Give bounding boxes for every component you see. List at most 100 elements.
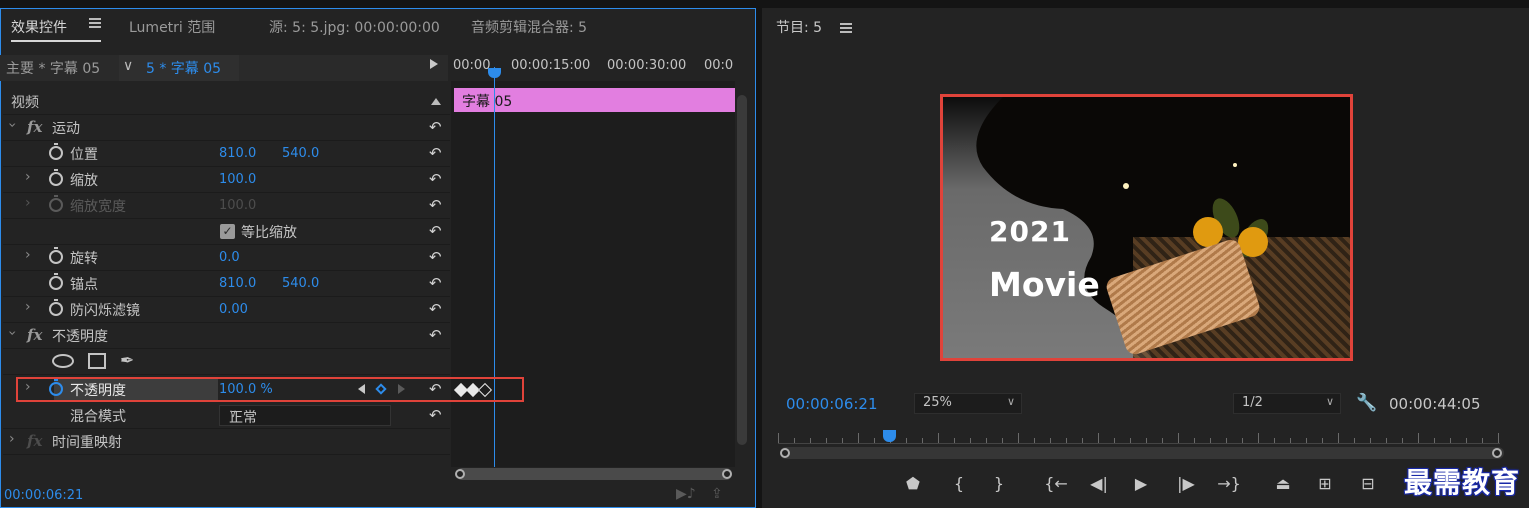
timeline-zoom-scrollbar[interactable]: [455, 468, 732, 480]
rectangle-mask-icon[interactable]: [88, 353, 106, 369]
reset-icon[interactable]: ↶: [429, 248, 442, 266]
uniform-scale-checkbox[interactable]: ✓: [220, 224, 235, 239]
ruler-tick: [1418, 433, 1419, 443]
show-timeline-icon[interactable]: [430, 59, 438, 69]
expand-icon[interactable]: ›: [4, 122, 20, 128]
master-clip-label[interactable]: 主要 * 字幕 05: [6, 58, 100, 78]
anchor-x-value[interactable]: 810.0: [219, 276, 256, 291]
program-video-frame[interactable]: 2021 Movie: [940, 94, 1353, 361]
time-remap-row[interactable]: › fx 时间重映射: [3, 429, 450, 455]
stopwatch-icon[interactable]: [49, 247, 63, 264]
filter-audio-icon[interactable]: ▶♪: [676, 486, 696, 502]
blend-mode-dropdown[interactable]: 正常 ∨: [219, 405, 391, 426]
go-to-out-button[interactable]: →}: [1217, 474, 1241, 493]
effect-motion-row[interactable]: › fx 运动 ↶: [3, 115, 450, 141]
reset-icon[interactable]: ↶: [429, 300, 442, 318]
chevron-down-icon: ∨: [1325, 395, 1334, 408]
tab-effect-controls[interactable]: 效果控件: [11, 17, 67, 37]
expand-icon[interactable]: ›: [25, 247, 31, 263]
reset-icon[interactable]: ↶: [429, 406, 442, 424]
scroll-handle-right[interactable]: [722, 469, 732, 479]
go-to-in-button[interactable]: {←: [1044, 474, 1068, 493]
rotation-value[interactable]: 0.0: [219, 250, 240, 265]
zoom-select[interactable]: 25% ∨: [914, 393, 1022, 414]
expand-icon[interactable]: ›: [25, 169, 31, 185]
ruler-tick: [1434, 438, 1435, 443]
scroll-handle-left[interactable]: [780, 448, 790, 458]
pen-mask-icon[interactable]: ✒: [120, 351, 134, 371]
scale-value[interactable]: 100.0: [219, 172, 256, 187]
uniform-scale-row: ✓ 等比缩放 ↶: [3, 219, 450, 245]
clip-bar-label: 字幕 05: [462, 94, 513, 110]
stopwatch-icon[interactable]: [49, 169, 63, 186]
ruler-tick: [1466, 438, 1467, 443]
play-button[interactable]: ▶: [1129, 474, 1153, 493]
ruler-tick: [986, 438, 987, 443]
top-strip: [0, 0, 1529, 8]
panel-menu-icon[interactable]: [89, 18, 101, 28]
program-zoom-scrollbar[interactable]: [780, 447, 1504, 459]
scroll-handle-right[interactable]: [1492, 448, 1502, 458]
export-frame-button[interactable]: ⊟: [1356, 474, 1380, 493]
position-y-value[interactable]: 540.0: [282, 146, 319, 161]
ruler-tick: [1178, 433, 1179, 443]
reset-icon[interactable]: ↶: [429, 144, 442, 162]
panel-menu-icon[interactable]: [840, 23, 852, 33]
reset-icon[interactable]: ↶: [429, 222, 442, 240]
reset-icon[interactable]: ↶: [429, 170, 442, 188]
uniform-scale-label: 等比缩放: [241, 225, 297, 241]
clip-bar[interactable]: 字幕 05: [454, 88, 735, 112]
ruler-label: 00:00: [453, 58, 491, 73]
clip-selector[interactable]: ∨ 5 * 字幕 05: [119, 55, 239, 81]
reset-icon[interactable]: ↶: [429, 196, 442, 214]
extract-button[interactable]: ⊞: [1313, 474, 1337, 493]
anti-flicker-row: › 防闪烁滤镜 0.00 ↶: [3, 297, 450, 323]
reset-icon[interactable]: ↶: [429, 326, 442, 344]
collapse-up-icon[interactable]: [431, 98, 441, 105]
export-icon[interactable]: ⇪: [711, 486, 723, 502]
resolution-value: 1/2: [1242, 395, 1263, 410]
ellipse-mask-icon[interactable]: [52, 354, 74, 368]
effect-timeline[interactable]: 00:00 00:00:15:00 00:00:30:00 00:0 字幕 05: [451, 55, 735, 467]
blend-mode-label: 混合模式: [70, 409, 126, 425]
scale-width-row: › 缩放宽度 100.0 ↶: [3, 193, 450, 219]
scroll-handle-left[interactable]: [455, 469, 465, 479]
resolution-select[interactable]: 1/2 ∨: [1233, 393, 1341, 414]
lift-button[interactable]: ⏏: [1271, 474, 1295, 493]
mark-in-button[interactable]: {: [947, 474, 971, 493]
position-x-value[interactable]: 810.0: [219, 146, 256, 161]
ruler-label: 00:00:30:00: [607, 58, 687, 73]
tab-audio-clip-mixer[interactable]: 音频剪辑混合器: 5: [471, 17, 587, 37]
settings-wrench-icon[interactable]: 🔧: [1356, 393, 1377, 413]
playhead-timecode[interactable]: 00:00:06:21: [786, 395, 878, 413]
fx-icon[interactable]: fx: [27, 118, 42, 136]
anchor-y-value[interactable]: 540.0: [282, 276, 319, 291]
step-forward-button[interactable]: |▶: [1174, 474, 1198, 493]
tab-lumetri-scopes[interactable]: Lumetri 范围: [129, 17, 215, 37]
step-back-button[interactable]: ◀|: [1087, 474, 1111, 493]
fx-icon: fx: [27, 432, 43, 450]
expand-icon[interactable]: ›: [4, 330, 20, 336]
frame-text-year: 2021: [989, 215, 1071, 248]
program-monitor-title[interactable]: 节目: 5: [776, 17, 822, 37]
program-playhead[interactable]: [883, 430, 896, 442]
stopwatch-icon[interactable]: [49, 143, 63, 160]
stopwatch-icon[interactable]: [49, 273, 63, 290]
ruler-tick: [1018, 433, 1019, 443]
expand-icon[interactable]: ›: [9, 431, 15, 447]
expand-icon[interactable]: ›: [25, 299, 31, 315]
add-marker-button[interactable]: ⬟: [901, 474, 925, 493]
stopwatch-icon[interactable]: [49, 299, 63, 316]
effect-opacity-row[interactable]: › fx 不透明度 ↶: [3, 323, 450, 349]
reset-icon[interactable]: ↶: [429, 118, 442, 136]
mark-out-button[interactable]: }: [987, 474, 1011, 493]
fx-icon[interactable]: fx: [27, 326, 42, 344]
duration-timecode: 00:00:44:05: [1389, 395, 1481, 413]
anti-flicker-label: 防闪烁滤镜: [70, 303, 140, 319]
tab-source[interactable]: 源: 5: 5.jpg: 00:00:00:00: [269, 17, 440, 37]
reset-icon[interactable]: ↶: [429, 274, 442, 292]
vertical-scrollbar[interactable]: [737, 95, 747, 445]
anti-flicker-value[interactable]: 0.00: [219, 302, 248, 317]
current-time[interactable]: 00:00:06:21: [4, 488, 83, 503]
mask-tools-row: ✒: [3, 349, 450, 375]
